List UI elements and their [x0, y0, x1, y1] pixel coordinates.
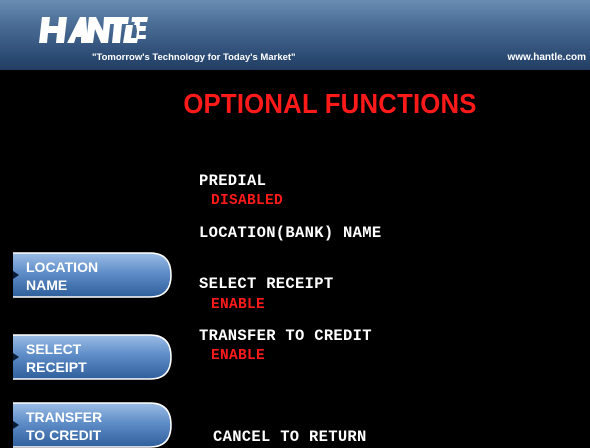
- transfer-to-credit-label: TRANSFER TO CREDIT: [199, 327, 372, 345]
- predial-value: DISABLED: [211, 193, 284, 209]
- select-receipt-value: ENABLE: [211, 297, 266, 313]
- predial-label: PREDIAL: [199, 172, 267, 190]
- tagline: "Tomorrow's Technology for Today's Marke…: [92, 52, 296, 63]
- cancel-label: CANCEL TO RETURN: [213, 428, 367, 446]
- website-url: www.hantle.com: [507, 52, 586, 63]
- transfer-to-credit-button[interactable]: TRANSFER TO CREDIT: [12, 402, 172, 448]
- transfer-to-credit-value: ENABLE: [211, 348, 266, 364]
- select-receipt-label: SELECT RECEIPT: [199, 275, 334, 293]
- page-title: OPTIONAL FUNCTIONS: [183, 88, 477, 119]
- header-bar: "Tomorrow's Technology for Today's Marke…: [0, 0, 590, 70]
- location-label: LOCATION(BANK) NAME: [199, 224, 382, 242]
- location-name-button-label: LOCATION NAME: [26, 259, 99, 293]
- hantle-logo: [39, 17, 148, 43]
- location-name-button[interactable]: LOCATION NAME: [12, 252, 172, 298]
- select-receipt-button-label: SELECT RECEIPT: [26, 341, 87, 375]
- transfer-to-credit-button-label: TRANSFER TO CREDIT: [26, 409, 103, 443]
- select-receipt-button[interactable]: SELECT RECEIPT: [12, 334, 172, 380]
